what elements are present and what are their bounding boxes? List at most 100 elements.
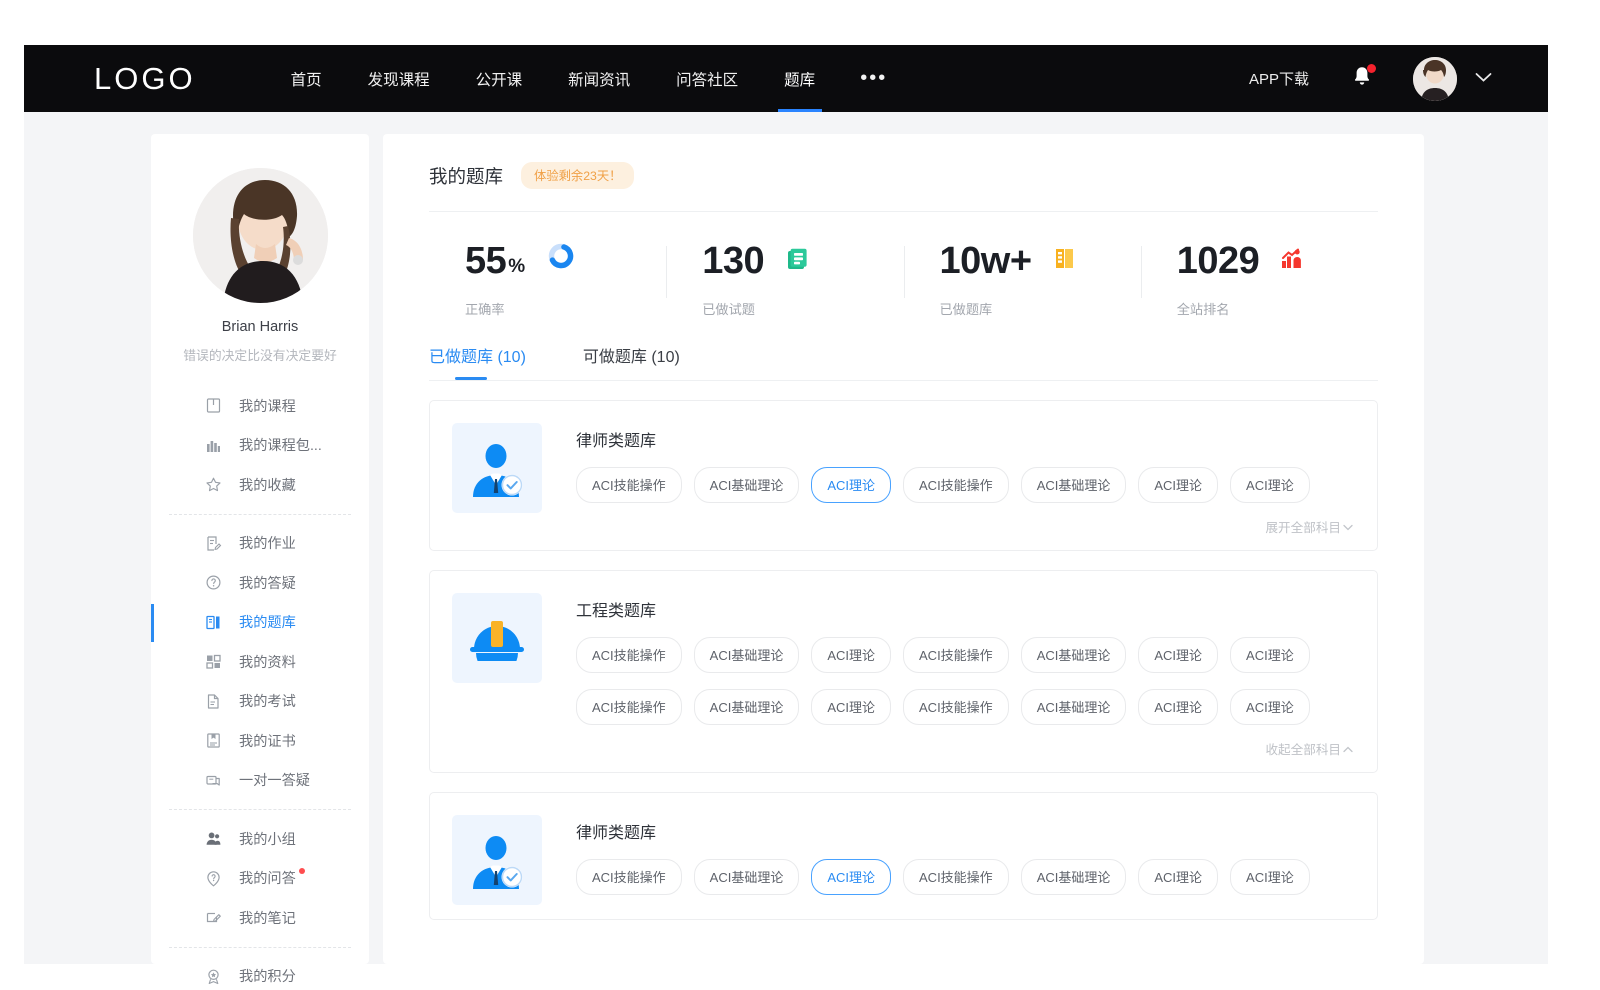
subject-tag[interactable]: ACI基础理论: [1021, 637, 1127, 673]
subject-tag[interactable]: ACI理论: [811, 467, 891, 503]
chat-icon: [205, 772, 222, 789]
card-title: 工程类题库: [576, 597, 1353, 621]
sidebar-item-label: 我的课程包...: [239, 435, 322, 455]
sidebar-item-7[interactable]: 我的考试: [151, 682, 369, 722]
homework-icon: [205, 535, 222, 552]
subject-tag[interactable]: ACI技能操作: [903, 859, 1009, 895]
user-avatar[interactable]: [1413, 57, 1457, 101]
chevron-up-icon: [1343, 745, 1353, 757]
green-book-icon: [786, 247, 809, 270]
trial-badge: 体验剩余23天！: [521, 162, 634, 189]
nav-item-0[interactable]: 首页: [268, 45, 345, 112]
stat-value-row: 10w+: [940, 242, 1141, 280]
homework-icon: [205, 535, 222, 552]
unread-dot: [299, 868, 305, 874]
subject-tag[interactable]: ACI理论: [1230, 689, 1310, 725]
tab-0[interactable]: 已做题库 (10): [429, 343, 526, 380]
sidebar-avatar[interactable]: [193, 168, 328, 303]
subject-tag[interactable]: ACI技能操作: [576, 637, 682, 673]
toggle-subjects-button[interactable]: 展开全部科目: [576, 517, 1353, 536]
tab-1[interactable]: 可做题库 (10): [583, 343, 680, 380]
card-title: 律师类题库: [576, 427, 1353, 451]
subject-tag[interactable]: ACI理论: [1138, 467, 1218, 503]
exam-icon: [205, 693, 222, 710]
toggle-subjects-button[interactable]: 收起全部科目: [576, 739, 1353, 758]
sidebar-item-2[interactable]: 我的收藏: [151, 465, 369, 505]
stat-value: 1029: [1177, 242, 1260, 280]
toggle-subjects-label: 收起全部科目: [1265, 743, 1341, 757]
chevron-down-icon: [1475, 72, 1492, 83]
notification-bell-button[interactable]: [1351, 65, 1373, 93]
sidebar-item-4[interactable]: 我的答疑: [151, 563, 369, 603]
app-download-link[interactable]: APP下载: [1249, 68, 1309, 89]
user-menu-chevron[interactable]: [1475, 70, 1492, 88]
question-bank-card[interactable]: 工程类题库 ACI技能操作 ACI基础理论 ACI理论 ACI技能操作 ACI基础理论 A…: [429, 570, 1378, 773]
stat-card-3: 1029 全站排名: [1141, 234, 1378, 318]
subject-tag[interactable]: ACI理论: [1230, 467, 1310, 503]
nav-item-3[interactable]: 新闻资讯: [545, 45, 653, 112]
sidebar-item-10[interactable]: 我的小组: [151, 819, 369, 859]
sidebar-item-6[interactable]: 我的资料: [151, 642, 369, 682]
subject-tag[interactable]: ACI技能操作: [576, 689, 682, 725]
nav-item-4[interactable]: 问答社区: [653, 45, 761, 112]
sidebar-item-3[interactable]: 我的作业: [151, 524, 369, 564]
subject-tag[interactable]: ACI理论: [811, 689, 891, 725]
sidebar-item-0[interactable]: 我的课程: [151, 386, 369, 426]
files-icon: [205, 653, 222, 670]
sidebar-item-11[interactable]: 我的问答: [151, 859, 369, 899]
subject-tag[interactable]: ACI理论: [1138, 637, 1218, 673]
subject-tag[interactable]: ACI理论: [1230, 637, 1310, 673]
lawyer-avatar-icon: [468, 831, 526, 889]
certificate-icon: [205, 732, 222, 749]
subject-tag[interactable]: ACI基础理论: [694, 689, 800, 725]
subject-tag[interactable]: ACI基础理论: [1021, 467, 1127, 503]
nav-item-2[interactable]: 公开课: [453, 45, 546, 112]
sidebar-item-1[interactable]: 我的课程包...: [151, 426, 369, 466]
sidebar-item-9[interactable]: 一对一答疑: [151, 761, 369, 801]
subject-tag[interactable]: ACI基础理论: [694, 859, 800, 895]
sidebar-item-label: 我的资料: [239, 652, 296, 672]
sidebar-item-13[interactable]: 我的积分: [151, 957, 369, 990]
sidebar-item-5[interactable]: 我的题库: [151, 603, 369, 643]
subject-tag[interactable]: ACI基础理论: [694, 637, 800, 673]
sidebar-separator: [169, 514, 351, 515]
helmet-icon: [468, 615, 526, 661]
nav-item-1[interactable]: 发现课程: [345, 45, 453, 112]
subject-tag[interactable]: ACI技能操作: [903, 467, 1009, 503]
subject-tag[interactable]: ACI基础理论: [694, 467, 800, 503]
more-nav-icon[interactable]: •••: [838, 67, 909, 90]
subject-tag[interactable]: ACI技能操作: [576, 467, 682, 503]
orange-book-icon: [1054, 247, 1075, 270]
page-title-row: 我的题库 体验剩余23天！: [429, 134, 1378, 189]
sidebar-item-label: 我的课程: [239, 396, 296, 416]
stat-label: 全站排名: [1177, 299, 1378, 318]
subject-tag[interactable]: ACI理论: [1138, 689, 1218, 725]
note-icon: [205, 909, 222, 926]
sidebar-separator: [169, 947, 351, 948]
question-bank-card[interactable]: 律师类题库 ACI技能操作 ACI基础理论 ACI理论 ACI技能操作 ACI基础理论 A…: [429, 400, 1378, 551]
sidebar-separator: [169, 809, 351, 810]
subject-tag[interactable]: ACI技能操作: [903, 689, 1009, 725]
question-bank-card[interactable]: 律师类题库 ACI技能操作ACI基础理论ACI理论ACI技能操作ACI基础理论A…: [429, 792, 1378, 920]
chevron-down-icon: [1343, 523, 1353, 535]
sidebar-item-8[interactable]: 我的证书: [151, 721, 369, 761]
red-rank-icon: [1281, 248, 1303, 270]
stat-label: 已做题库: [940, 299, 1141, 318]
subject-tag[interactable]: ACI理论: [811, 859, 891, 895]
subject-tag[interactable]: ACI理论: [1230, 859, 1310, 895]
subject-tag[interactable]: ACI技能操作: [903, 637, 1009, 673]
stat-value: 55: [465, 242, 506, 280]
site-logo[interactable]: LOGO: [94, 61, 196, 97]
question-circle-icon: [205, 574, 222, 591]
subject-tag[interactable]: ACI理论: [811, 637, 891, 673]
question-bank-icon: [205, 614, 222, 631]
subject-tag[interactable]: ACI理论: [1138, 859, 1218, 895]
profile-photo-icon: [1413, 57, 1457, 101]
subject-tag[interactable]: ACI基础理论: [1021, 859, 1127, 895]
title-divider: [429, 211, 1378, 212]
sidebar-item-12[interactable]: 我的笔记: [151, 898, 369, 938]
subject-tag[interactable]: ACI基础理论: [1021, 689, 1127, 725]
nav-item-5[interactable]: 题库: [761, 45, 838, 112]
notification-dot: [1367, 64, 1376, 73]
subject-tag[interactable]: ACI技能操作: [576, 859, 682, 895]
